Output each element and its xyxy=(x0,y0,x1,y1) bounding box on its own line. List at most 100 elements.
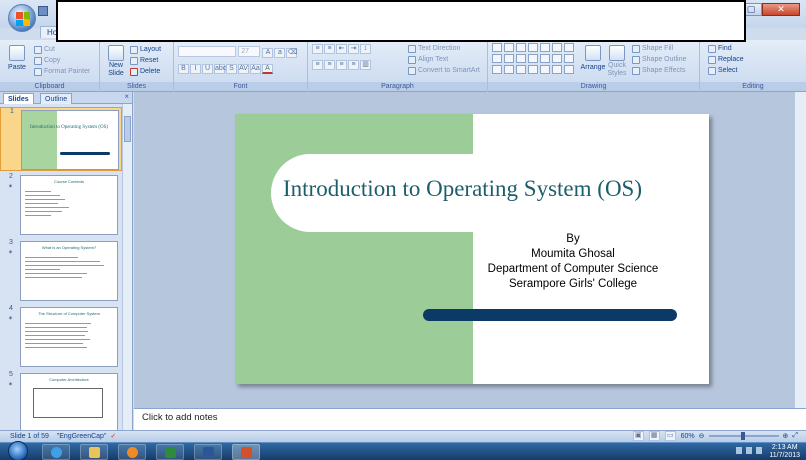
word-taskbar-icon[interactable] xyxy=(194,444,222,460)
paste-button[interactable]: Paste xyxy=(6,43,28,73)
shape-outline-button[interactable]: Shape Outline xyxy=(632,54,686,65)
columns-icon[interactable]: ▥ xyxy=(360,60,371,70)
text-direction-button[interactable]: Text Direction xyxy=(408,43,480,54)
replace-button[interactable]: Replace xyxy=(708,54,744,65)
line-spacing-icon[interactable]: ↕ xyxy=(360,44,371,54)
slide-count: Slide 1 of 59 xyxy=(10,433,49,440)
grow-font-icon[interactable]: A xyxy=(262,47,274,58)
smartart-button[interactable]: Convert to SmartArt xyxy=(408,65,480,76)
format-painter-button[interactable]: Format Painter xyxy=(34,66,90,77)
zoom-level[interactable]: 60% xyxy=(681,433,695,440)
spellcheck-icon[interactable]: ✓ xyxy=(110,433,116,440)
delete-button[interactable]: Delete xyxy=(130,66,161,77)
notes-pane[interactable]: Click to add notes xyxy=(134,408,806,430)
underline-button[interactable]: U xyxy=(202,63,213,74)
volume-icon[interactable] xyxy=(746,447,752,454)
slide-thumbnail-3[interactable]: 3 ✶ What is an Operating System? xyxy=(0,239,122,303)
delete-icon xyxy=(130,67,138,76)
slide-thumbnail-1[interactable]: 1 Introduction to Operating System (OS) xyxy=(0,107,122,171)
slideshow-view-icon[interactable]: ▭ xyxy=(664,431,676,441)
sorter-view-icon[interactable]: ▦ xyxy=(648,431,660,441)
cut-label: Cut xyxy=(44,46,55,53)
change-case-button[interactable]: Aa xyxy=(250,63,261,74)
powerpoint-taskbar-icon[interactable] xyxy=(232,444,260,460)
new-slide-icon xyxy=(108,45,124,61)
shadow-button[interactable]: S xyxy=(226,63,237,74)
find-button[interactable]: Find xyxy=(708,43,744,54)
media-player-taskbar-icon[interactable] xyxy=(118,444,146,460)
align-left-icon[interactable]: ≡ xyxy=(312,60,323,70)
explorer-taskbar-icon[interactable] xyxy=(80,444,108,460)
increase-indent-icon[interactable]: ⇥ xyxy=(348,44,359,54)
new-slide-button[interactable]: New Slide xyxy=(104,43,128,78)
quick-styles-button[interactable]: Quick Styles xyxy=(606,43,628,78)
flag-icon[interactable] xyxy=(756,447,762,454)
by-text: By xyxy=(566,233,580,245)
char-spacing-button[interactable]: AV xyxy=(238,63,249,74)
shape-effects-button[interactable]: Shape Effects xyxy=(632,65,686,76)
tab-outline[interactable]: Outline xyxy=(40,93,73,104)
numbering-icon[interactable]: ≡ xyxy=(324,44,335,54)
redaction-box xyxy=(56,0,746,42)
slide-thumbnail-5[interactable]: 5 ✶ Computer Architecture xyxy=(0,371,122,430)
author-block[interactable]: By Moumita Ghosal Department of Computer… xyxy=(469,232,677,292)
ie-taskbar-icon[interactable] xyxy=(42,444,70,460)
shrink-font-icon[interactable]: a xyxy=(274,47,286,58)
italic-button[interactable]: I xyxy=(190,63,201,74)
reset-button[interactable]: Reset xyxy=(130,55,161,66)
start-button[interactable] xyxy=(8,441,28,460)
shapes-gallery[interactable] xyxy=(492,43,574,74)
zoom-out-icon[interactable]: ⊖ xyxy=(699,432,705,440)
panel-scrollbar[interactable] xyxy=(122,104,132,430)
effects-icon xyxy=(632,66,640,75)
font-name-input[interactable] xyxy=(178,46,236,57)
office-button[interactable] xyxy=(8,4,36,32)
copy-button[interactable]: Copy xyxy=(34,55,90,66)
clipboard-group-label: Clipboard xyxy=(0,82,99,91)
close-button[interactable]: ✕ xyxy=(762,3,800,16)
save-icon[interactable] xyxy=(38,6,48,16)
panel-scroll-thumb[interactable] xyxy=(124,116,131,142)
decrease-indent-icon[interactable]: ⇤ xyxy=(336,44,347,54)
current-slide[interactable]: Introduction to Operating System (OS) By… xyxy=(235,114,709,384)
arrange-button[interactable]: Arrange xyxy=(580,43,606,73)
excel-taskbar-icon[interactable] xyxy=(156,444,184,460)
cut-button[interactable]: Cut xyxy=(34,44,90,55)
slide-title[interactable]: Introduction to Operating System (OS) xyxy=(283,176,703,202)
justify-icon[interactable]: ≡ xyxy=(348,60,359,70)
zoom-in-icon[interactable]: ⊕ xyxy=(783,432,789,440)
zoom-slider[interactable] xyxy=(708,432,779,440)
slide-thumbnail-4[interactable]: 4 ✶ The Structure of Computer System xyxy=(0,305,122,369)
slide-scrollbar[interactable] xyxy=(794,92,806,408)
center-icon[interactable]: ≡ xyxy=(324,60,335,70)
arrange-icon xyxy=(585,45,601,61)
bold-button[interactable]: B xyxy=(178,63,189,74)
clock[interactable]: 2:13 AM 11/7/2013 xyxy=(769,444,800,460)
status-bar: Slide 1 of 59 "EngGreenCap" ✓ ▣ ▦ ▭ 60% … xyxy=(0,430,806,442)
strikethrough-button[interactable]: abc xyxy=(214,63,226,74)
network-icon[interactable] xyxy=(736,447,742,454)
clear-format-icon[interactable]: ⌫ xyxy=(286,47,298,58)
slide-thumbnail-2[interactable]: 2 ✶ Course Contents xyxy=(0,173,122,237)
slide-number: 5 xyxy=(9,371,13,378)
layout-button[interactable]: Layout xyxy=(130,44,161,55)
bullets-icon[interactable]: ≡ xyxy=(312,44,323,54)
thumbnail-title: The Structure of Computer System xyxy=(38,311,100,316)
replace-label: Replace xyxy=(718,56,744,63)
fit-window-icon[interactable]: ⤢ xyxy=(792,432,798,440)
align-right-icon[interactable]: ≡ xyxy=(336,60,347,70)
close-panel-icon[interactable]: × xyxy=(124,92,129,101)
font-group: 27 Aa ⌫ B I Uabc S AV Aa A Font xyxy=(174,40,308,92)
normal-view-icon[interactable]: ▣ xyxy=(632,431,644,441)
tab-slides[interactable]: Slides xyxy=(3,93,34,104)
college-name: Serampore Girls' College xyxy=(508,278,638,290)
font-size-input[interactable]: 27 xyxy=(238,46,261,57)
editing-group: Find Replace Select Editing xyxy=(700,40,806,92)
align-text-button[interactable]: Align Text xyxy=(408,54,480,65)
scissors-icon xyxy=(34,45,42,54)
decorative-bar xyxy=(423,309,677,321)
select-button[interactable]: Select xyxy=(708,65,744,76)
shape-fill-label: Shape Fill xyxy=(642,45,674,52)
shape-fill-button[interactable]: Shape Fill xyxy=(632,43,686,54)
font-color-button[interactable]: A xyxy=(262,63,273,74)
